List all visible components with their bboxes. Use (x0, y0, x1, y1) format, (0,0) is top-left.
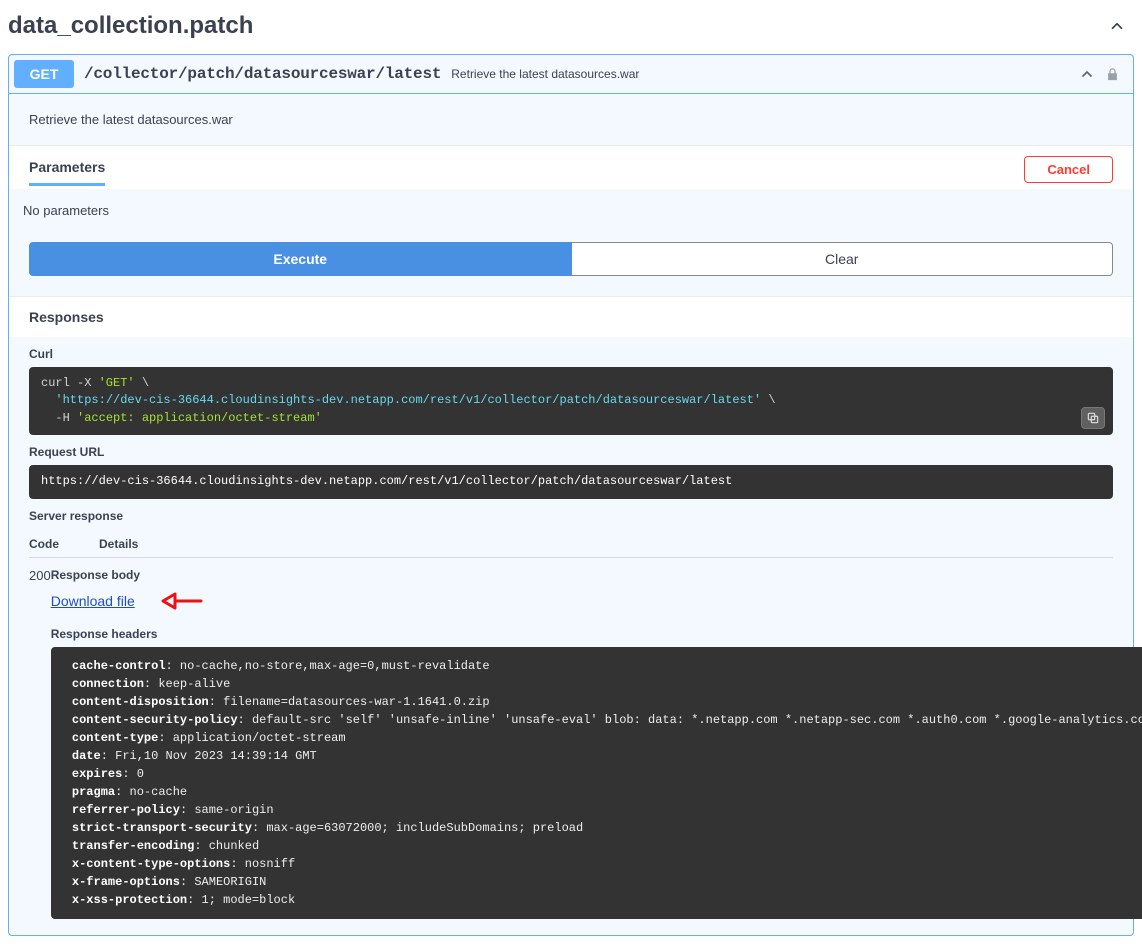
response-body-label: Response body (51, 568, 1142, 582)
responses-bar: Responses (9, 296, 1133, 337)
http-method-badge: GET (14, 60, 74, 88)
download-file-link[interactable]: Download file (51, 593, 135, 609)
lock-icon[interactable] (1105, 67, 1120, 82)
arrow-annotation-icon (157, 588, 203, 617)
server-response-label: Server response (29, 509, 1113, 523)
operation-summary: Retrieve the latest datasources.war (451, 67, 1069, 81)
response-headers-label: Response headers (51, 627, 1142, 641)
tag-name: data_collection.patch (8, 12, 1108, 40)
responses-title: Responses (29, 309, 104, 325)
operation-block: GET /collector/patch/datasourceswar/late… (8, 54, 1134, 936)
clear-button[interactable]: Clear (572, 242, 1114, 276)
response-details: Response body Download file Response hea… (51, 568, 1142, 919)
response-table-header: Code Details (29, 529, 1113, 558)
curl-label: Curl (29, 347, 1113, 361)
operation-description: Retrieve the latest datasources.war (9, 94, 1133, 145)
cancel-button[interactable]: Cancel (1024, 156, 1113, 183)
parameters-title: Parameters (29, 159, 105, 186)
status-code: 200 (29, 568, 51, 919)
curl-command-box: curl -X 'GET' \ 'https://dev-cis-36644.c… (29, 367, 1113, 435)
request-url-label: Request URL (29, 445, 1113, 459)
parameters-bar: Parameters Cancel (9, 145, 1133, 189)
operation-body: Retrieve the latest datasources.war Para… (9, 94, 1133, 935)
response-headers-box: cache-control: no-cache,no-store,max-age… (51, 647, 1142, 919)
table-row: 200 Response body Download file Response… (29, 558, 1113, 919)
execute-button[interactable]: Execute (29, 242, 572, 276)
action-button-row: Execute Clear (9, 242, 1133, 296)
tag-header[interactable]: data_collection.patch (8, 8, 1134, 48)
operation-path: /collector/patch/datasourceswar/latest (84, 65, 441, 83)
responses-area: Curl curl -X 'GET' \ 'https://dev-cis-36… (9, 347, 1133, 935)
no-parameters-text: No parameters (9, 189, 1133, 242)
copy-icon[interactable] (1081, 407, 1105, 429)
col-code-header: Code (29, 537, 99, 551)
summary-controls (1079, 66, 1128, 82)
chevron-up-icon (1108, 17, 1126, 35)
col-details-header: Details (99, 537, 1113, 551)
chevron-up-icon (1079, 66, 1095, 82)
request-url-box: https://dev-cis-36644.cloudinsights-dev.… (29, 465, 1113, 498)
operation-summary-bar[interactable]: GET /collector/patch/datasourceswar/late… (9, 55, 1133, 94)
